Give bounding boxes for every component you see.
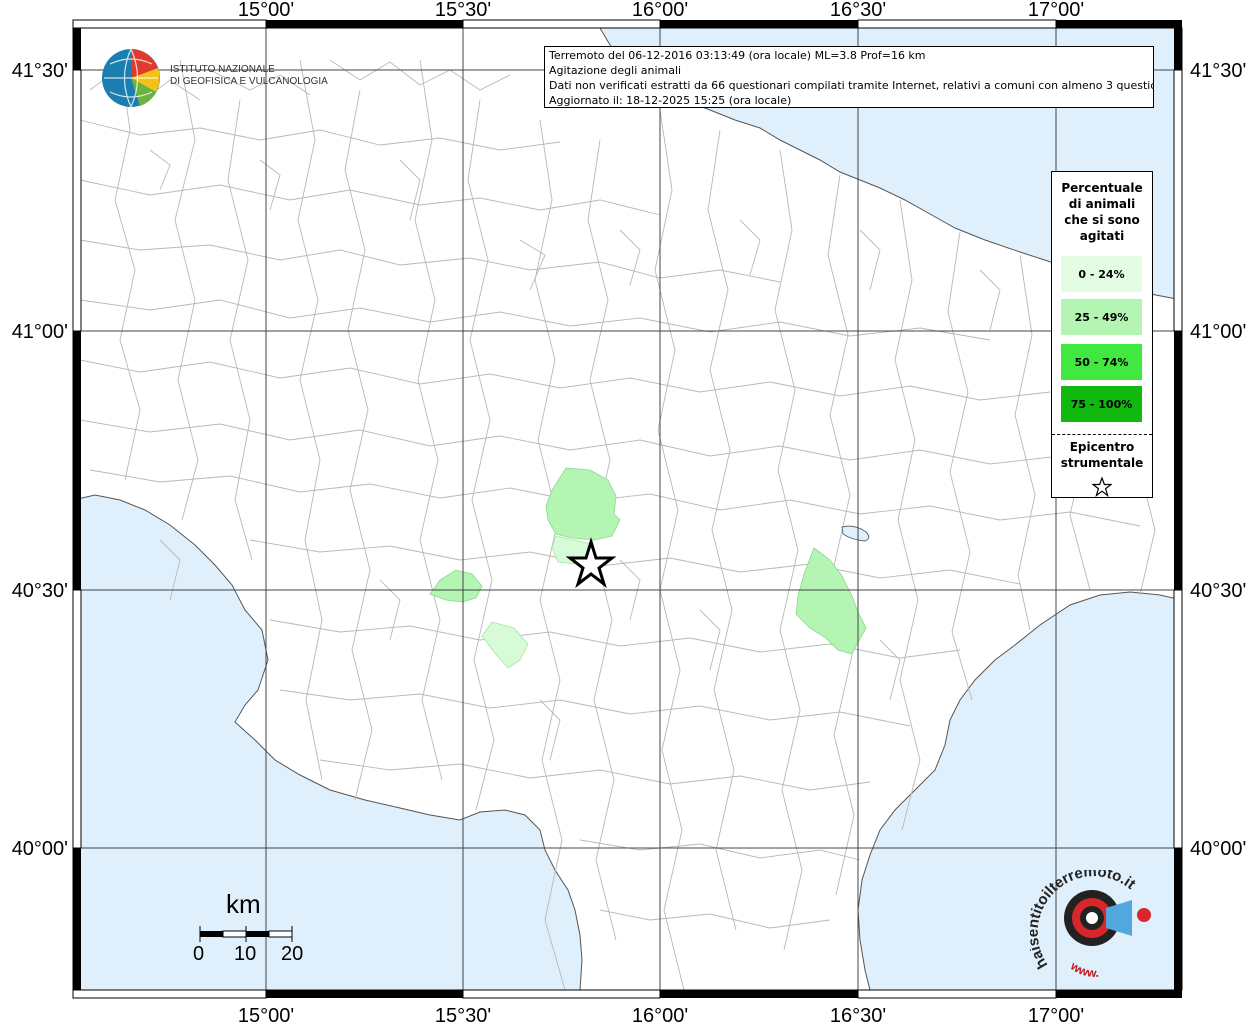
legend-item-0-24: 0 - 24% [1061, 256, 1142, 292]
legend: Percentuale di animali che si sono agita… [1051, 171, 1153, 498]
lat-label-right: 40°30' [1190, 580, 1246, 602]
hsit-logo: haisentitoilterremoto.it www. [1025, 863, 1160, 980]
lon-label-top: 17°00' [1028, 0, 1084, 21]
lat-label-right: 40°00' [1190, 838, 1246, 860]
lon-label-top: 15°30' [435, 0, 491, 21]
legend-title: Percentuale di animali che si sono agita… [1061, 181, 1143, 243]
lat-label-left: 41°00' [12, 321, 68, 343]
legend-item-25-49: 25 - 49% [1061, 299, 1142, 335]
lat-label-left: 40°00' [12, 838, 68, 860]
lon-label-bottom: 16°00' [632, 1005, 688, 1024]
lon-label-top: 16°00' [632, 0, 688, 21]
globe-icon [102, 48, 160, 108]
lat-label-left: 41°30' [12, 60, 68, 82]
star-icon [1092, 477, 1112, 497]
ingv-logo: Istituto Nazionale di Geofisica e Vulcan… [100, 46, 330, 110]
lon-label-bottom: 15°00' [238, 1005, 294, 1024]
lon-label-top: 15°00' [238, 0, 294, 21]
lon-label-bottom: 15°30' [435, 1005, 491, 1024]
scale-label-20: 20 [281, 943, 304, 965]
ingv-line2: di Geofisica e Vulcanologia [170, 76, 328, 87]
event-title: Terremoto del 06-12-2016 03:13:49 (ora l… [549, 49, 926, 62]
legend-label: 75 - 100% [1070, 397, 1133, 411]
scale-label-0: 0 [193, 943, 205, 965]
legend-item-50-74: 50 - 74% [1061, 344, 1142, 380]
legend-label: 50 - 74% [1074, 355, 1129, 369]
event-info-box: Terremoto del 06-12-2016 03:13:49 (ora l… [544, 46, 1154, 108]
legend-label: 0 - 24% [1078, 267, 1125, 281]
legend-item-75-100: 75 - 100% [1061, 386, 1142, 422]
updated-timestamp: Aggiornato il: 18-12-2025 15:25 (ora loc… [549, 94, 792, 107]
legend-epicentre-label: Epicentro strumentale [1060, 440, 1144, 470]
ingv-logo-text: Istituto Nazionale di Geofisica e Vulcan… [170, 64, 328, 88]
ingv-line1: Istituto Nazionale [170, 64, 275, 75]
hsit-logo-www: www. [1067, 958, 1099, 980]
lat-label-left: 40°30' [12, 580, 68, 602]
map-subject: Agitazione degli animali [549, 64, 682, 77]
legend-separator [1052, 434, 1152, 435]
lon-label-bottom: 17°00' [1028, 1005, 1084, 1024]
lat-label-right: 41°00' [1190, 321, 1246, 343]
lon-label-top: 16°30' [830, 0, 886, 21]
lon-label-bottom: 16°30' [830, 1005, 886, 1024]
scale-unit: km [226, 889, 261, 919]
svg-text:www.: www. [1067, 958, 1099, 980]
data-note: Dati non verificati estratti da 66 quest… [549, 79, 1154, 92]
hsit-logo-graphic: haisentitoilterremoto.it www. [1025, 863, 1151, 980]
lat-label-right: 41°30' [1190, 60, 1246, 82]
legend-label: 25 - 49% [1074, 310, 1129, 324]
scale-label-10: 10 [234, 943, 257, 965]
